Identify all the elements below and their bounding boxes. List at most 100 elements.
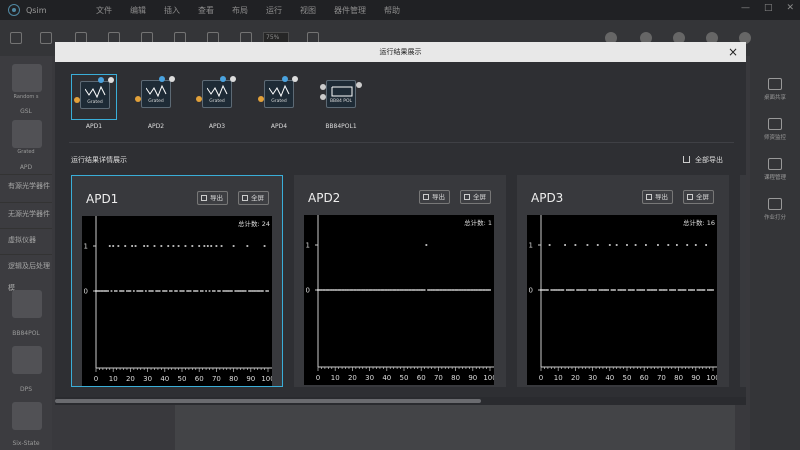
- close-icon[interactable]: ×: [728, 42, 738, 62]
- fullscreen-icon: [687, 194, 693, 200]
- data-point-zero: [660, 289, 663, 291]
- data-point-zero: [119, 290, 121, 292]
- x-tick-label: 10: [109, 375, 118, 383]
- data-point-zero: [428, 289, 431, 291]
- data-point-zero: [602, 289, 604, 291]
- card-title: APD2: [308, 191, 341, 205]
- data-point-zero: [95, 290, 97, 292]
- data-point-zero: [607, 289, 609, 291]
- data-point-zero: [555, 289, 558, 291]
- data-point-zero: [182, 290, 185, 292]
- x-tick-label: 60: [195, 375, 204, 383]
- data-point-zero: [458, 289, 460, 291]
- data-point-one: [574, 244, 577, 246]
- data-point-zero: [485, 289, 488, 291]
- result-card[interactable]: APD3导出全屏010102030405060708090100总计数: 16: [517, 175, 729, 387]
- data-point-zero: [217, 290, 220, 292]
- data-point-zero: [205, 290, 207, 292]
- data-point-zero: [325, 289, 328, 291]
- component-item[interactable]: BB84 POL: [318, 74, 364, 120]
- data-point-one: [215, 245, 218, 247]
- fullscreen-button[interactable]: 全屏: [683, 190, 714, 204]
- scatter-chart: 010102030405060708090100: [306, 215, 494, 382]
- data-point-zero: [234, 290, 237, 292]
- data-point-zero: [571, 289, 573, 291]
- data-point-zero: [677, 289, 680, 291]
- data-point-zero: [700, 289, 702, 291]
- x-tick-label: 70: [212, 375, 221, 383]
- scroll-thumb[interactable]: [55, 399, 481, 403]
- component-sub-label: Grated: [271, 99, 287, 104]
- data-point-zero: [463, 289, 466, 291]
- x-tick-label: 30: [588, 374, 597, 382]
- data-point-one: [167, 245, 170, 247]
- component-label: BB84POL1: [325, 123, 357, 130]
- polarizer-icon: BB84 POL: [326, 80, 356, 108]
- section-title: 运行结果详情展示: [71, 156, 127, 164]
- data-point-zero: [480, 289, 483, 291]
- data-point-zero: [557, 289, 560, 291]
- export-button[interactable]: 导出: [197, 191, 228, 205]
- data-point-zero: [403, 289, 405, 291]
- data-point-zero: [401, 289, 404, 291]
- port-icon: [282, 76, 288, 82]
- x-tick-label: 100: [706, 374, 717, 382]
- result-card[interactable]: APD2导出全屏010102030405060708090100总计数: 1: [294, 175, 506, 387]
- export-button[interactable]: 导出: [642, 190, 673, 204]
- y-tick-label: 0: [306, 287, 310, 295]
- data-point-zero: [174, 290, 177, 292]
- data-point-zero: [157, 290, 159, 292]
- data-point-zero: [710, 289, 713, 291]
- x-tick-label: 10: [554, 374, 563, 382]
- component-item[interactable]: Grated: [133, 74, 179, 120]
- data-point-zero: [120, 290, 123, 292]
- data-point-zero: [478, 289, 481, 291]
- data-point-zero: [136, 290, 139, 292]
- component-item[interactable]: Grated: [194, 74, 240, 120]
- x-tick-label: 60: [417, 374, 426, 382]
- horizontal-scrollbar[interactable]: [55, 397, 746, 405]
- data-point-zero: [339, 289, 342, 291]
- data-point-one: [220, 245, 223, 247]
- result-card[interactable]: APD1导出全屏010102030405060708090100总计数: 24: [71, 175, 283, 387]
- data-point-zero: [653, 289, 656, 291]
- data-point-zero: [672, 289, 675, 291]
- fullscreen-button[interactable]: 全屏: [460, 190, 491, 204]
- data-point-zero: [693, 289, 695, 291]
- data-point-zero: [189, 290, 192, 292]
- fullscreen-label: 全屏: [473, 193, 486, 201]
- export-button[interactable]: 导出: [419, 190, 450, 204]
- data-point-zero: [382, 289, 385, 291]
- data-point-zero: [98, 290, 101, 292]
- export-icon: [646, 194, 652, 200]
- port-icon: [98, 77, 104, 83]
- export-all-button[interactable]: 全部导出: [683, 155, 723, 165]
- data-point-zero: [437, 289, 440, 291]
- data-point-zero: [435, 289, 438, 291]
- data-point-zero: [370, 289, 373, 291]
- data-point-zero: [473, 289, 476, 291]
- component-sub-label: Grated: [148, 99, 164, 104]
- data-point-zero: [349, 289, 352, 291]
- data-point-zero: [629, 289, 632, 291]
- data-point-zero: [186, 290, 189, 292]
- data-point-zero: [669, 289, 671, 291]
- dialog-title: 运行结果展示: [379, 48, 422, 56]
- component-item[interactable]: Grated: [256, 74, 302, 120]
- data-point-one: [686, 244, 689, 246]
- data-point-zero: [148, 290, 151, 292]
- data-point-zero: [384, 289, 386, 291]
- fullscreen-button[interactable]: 全屏: [238, 191, 269, 205]
- data-point-zero: [329, 289, 331, 291]
- data-point-one: [615, 244, 618, 246]
- data-point-zero: [346, 289, 349, 291]
- data-point-zero: [665, 289, 668, 291]
- data-point-zero: [368, 289, 371, 291]
- data-point-zero: [698, 289, 701, 291]
- data-point-zero: [127, 290, 130, 292]
- data-point-zero: [577, 289, 580, 291]
- component-item[interactable]: Grated: [71, 74, 117, 120]
- data-point-zero: [456, 289, 459, 291]
- data-point-zero: [375, 289, 378, 291]
- data-point-zero: [411, 289, 414, 291]
